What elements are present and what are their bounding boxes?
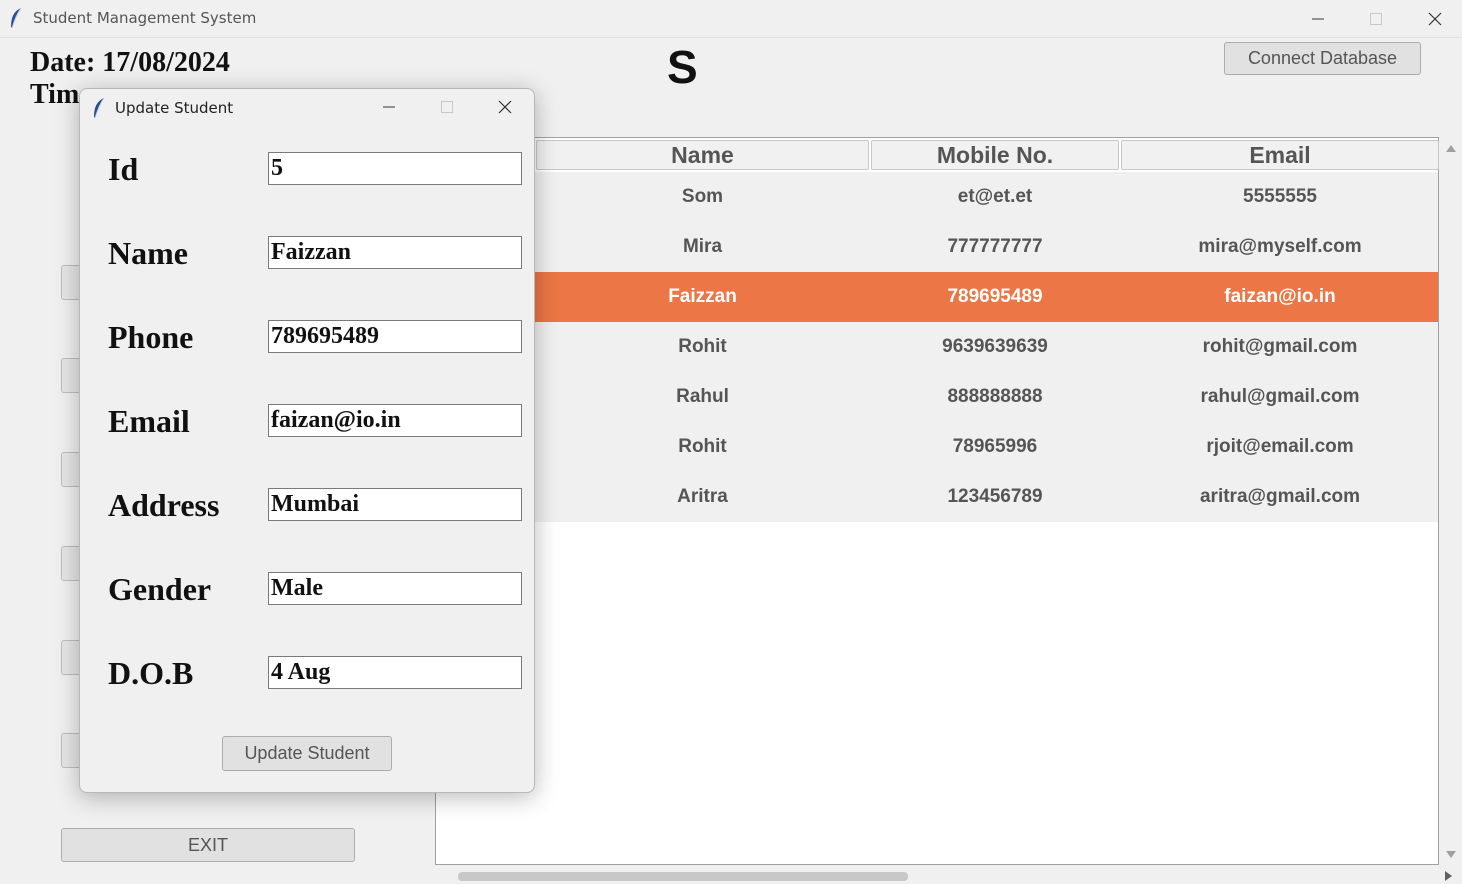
vertical-scrollbar[interactable] (1441, 137, 1461, 865)
id-field[interactable] (268, 152, 522, 185)
table-row[interactable]: Rohit 78965996 rjoit@email.com (436, 422, 1438, 472)
id-label: Id (108, 151, 139, 187)
table-row[interactable]: Rahul 888888888 rahul@gmail.com (436, 372, 1438, 422)
cell-name: Rahul (676, 386, 729, 407)
dialog-title-bar: Update Student (80, 89, 534, 125)
cell-email: faizan@io.in (1224, 286, 1336, 307)
main-title-bar: Student Management System (0, 0, 1462, 38)
cell-name: Aritra (677, 486, 728, 507)
gender-field[interactable] (268, 572, 522, 605)
feather-icon (11, 7, 22, 29)
close-button[interactable] (1412, 0, 1458, 37)
horizontal-scrollbar-thumb[interactable] (458, 872, 908, 881)
cell-mobile: 123456789 (947, 486, 1043, 507)
cell-email: rjoit@email.com (1206, 436, 1354, 457)
name-label: Name (108, 235, 188, 271)
name-field[interactable] (268, 236, 522, 269)
dialog-maximize-button[interactable] (424, 89, 470, 125)
minimize-icon (383, 106, 395, 108)
maximize-icon (1370, 12, 1382, 25)
cell-email: rahul@gmail.com (1200, 386, 1360, 407)
minimize-button[interactable] (1295, 0, 1341, 37)
cell-mobile: et@et.et (957, 186, 1033, 207)
time-label: Tim (30, 79, 80, 110)
cell-name: Rohit (678, 336, 727, 357)
email-field[interactable] (268, 404, 522, 437)
table-row[interactable]: Rohit 9639639639 rohit@gmail.com (436, 322, 1438, 372)
cell-mobile: 78965996 (952, 436, 1038, 457)
column-header-email[interactable]: Email (1121, 140, 1439, 170)
cell-email: rohit@gmail.com (1202, 336, 1358, 357)
scroll-up-arrow-icon[interactable] (1445, 143, 1457, 153)
scroll-right-arrow-icon[interactable] (1444, 870, 1454, 882)
cell-name: Rohit (678, 436, 727, 457)
exit-button[interactable]: EXIT (61, 828, 355, 862)
column-header-name[interactable]: Name (536, 140, 869, 170)
scroll-down-arrow-icon[interactable] (1445, 850, 1457, 860)
connect-database-button[interactable]: Connect Database (1224, 42, 1421, 75)
close-icon (498, 100, 512, 114)
maximize-button[interactable] (1353, 0, 1399, 37)
cell-mobile: 777777777 (947, 236, 1043, 257)
cell-mobile: 888888888 (947, 386, 1043, 407)
phone-label: Phone (108, 319, 194, 355)
dialog-close-button[interactable] (482, 89, 528, 125)
table-row[interactable]: Som et@et.et 5555555 (436, 172, 1438, 222)
gender-label: Gender (108, 571, 212, 607)
maximize-icon (441, 101, 453, 113)
dialog-title: Update Student (115, 99, 234, 117)
table-row[interactable]: Mira 777777777 mira@myself.com (436, 222, 1438, 272)
email-label: Email (108, 403, 190, 439)
address-field[interactable] (268, 488, 522, 521)
close-icon (1428, 12, 1442, 25)
table-row[interactable]: Aritra 123456789 aritra@gmail.com (436, 472, 1438, 522)
cell-mobile: 789695489 (947, 286, 1043, 307)
minimize-icon (1312, 18, 1324, 19)
dialog-minimize-button[interactable] (366, 89, 412, 125)
cell-email: 5555555 (1243, 186, 1317, 207)
dob-label: D.O.B (108, 655, 194, 691)
table-header: Name Mobile No. Email (436, 140, 1439, 172)
date-label: Date: 17/08/2024 (30, 47, 230, 78)
cell-email: mira@myself.com (1198, 236, 1362, 257)
cell-name: Faizzan (668, 286, 737, 307)
update-student-dialog: Update Student Id Name Phone Email Addre… (79, 88, 535, 793)
cell-email: aritra@gmail.com (1199, 486, 1361, 507)
update-student-button[interactable]: Update Student (222, 736, 392, 771)
column-header-mobile[interactable]: Mobile No. (871, 140, 1119, 170)
feather-icon (94, 97, 105, 119)
table-row-selected[interactable]: Faizzan 789695489 faizan@io.in (436, 272, 1438, 322)
address-label: Address (108, 487, 220, 523)
window-title: Student Management System (33, 9, 257, 27)
cell-mobile: 9639639639 (942, 336, 1048, 357)
slider-title: S (667, 41, 698, 93)
cell-name: Som (681, 186, 724, 207)
dob-field[interactable] (268, 656, 522, 689)
cell-name: Mira (682, 236, 723, 257)
phone-field[interactable] (268, 320, 522, 353)
student-table[interactable]: Name Mobile No. Email Som et@et.et 5555555… (435, 137, 1439, 865)
